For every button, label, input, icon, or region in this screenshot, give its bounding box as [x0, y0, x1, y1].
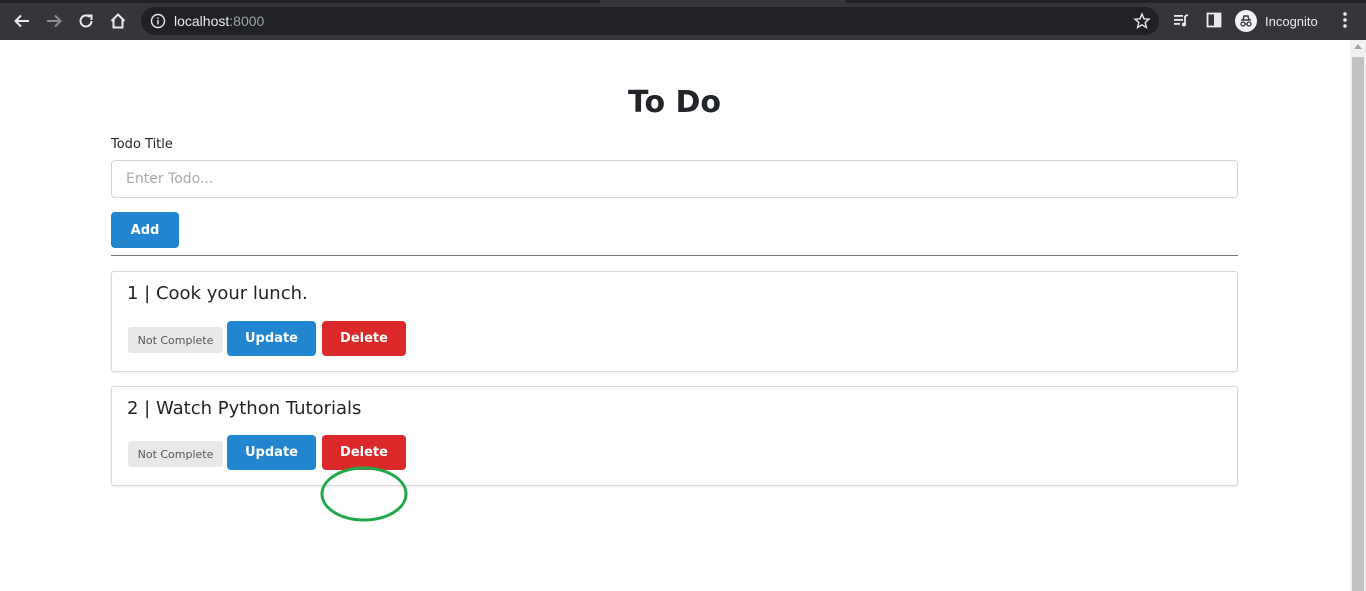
star-icon[interactable]: [1133, 12, 1151, 30]
todo-card: 2 | Watch Python Tutorials Not Complete …: [111, 386, 1238, 486]
page-title: To Do: [627, 85, 722, 120]
scrollbar[interactable]: [1350, 40, 1366, 591]
menu-icon[interactable]: [1335, 10, 1355, 30]
divider: [111, 255, 1238, 256]
todo-title: 2 | Watch Python Tutorials: [127, 398, 362, 419]
status-badge: Not Complete: [128, 441, 223, 467]
todo-input[interactable]: [111, 160, 1238, 198]
update-button[interactable]: Update: [227, 435, 316, 470]
profile-label: Incognito: [1265, 13, 1318, 29]
browser-toolbar: localhost:8000 Incognito: [0, 0, 1366, 40]
todo-title-label: Todo Title: [111, 137, 173, 152]
page-viewport: To Do Todo Title Add 1 | Cook your lunch…: [0, 40, 1350, 591]
reload-icon[interactable]: [73, 8, 99, 34]
incognito-icon: [1235, 10, 1257, 32]
url-port: :8000: [229, 13, 265, 29]
info-icon[interactable]: [150, 13, 166, 29]
url-text[interactable]: localhost:8000: [174, 13, 264, 29]
address-bar[interactable]: localhost:8000: [141, 7, 1159, 35]
add-button[interactable]: Add: [111, 212, 179, 248]
side-panel-icon[interactable]: [1204, 10, 1224, 30]
back-icon[interactable]: [9, 8, 35, 34]
scroll-up-arrow-icon[interactable]: [1354, 44, 1362, 49]
media-icon[interactable]: [1171, 10, 1191, 30]
scroll-thumb[interactable]: [1352, 57, 1364, 591]
todo-card: 1 | Cook your lunch. Not Complete Update…: [111, 271, 1238, 372]
status-badge: Not Complete: [128, 327, 223, 353]
incognito-profile[interactable]: Incognito: [1232, 8, 1324, 34]
update-button[interactable]: Update: [227, 321, 316, 356]
tab-strip-edge: [0, 0, 1366, 3]
delete-button[interactable]: Delete: [322, 321, 406, 356]
home-icon[interactable]: [105, 8, 131, 34]
forward-icon[interactable]: [41, 8, 67, 34]
todo-title: 1 | Cook your lunch.: [127, 283, 308, 304]
url-host: localhost: [174, 13, 230, 29]
delete-button[interactable]: Delete: [322, 435, 406, 470]
